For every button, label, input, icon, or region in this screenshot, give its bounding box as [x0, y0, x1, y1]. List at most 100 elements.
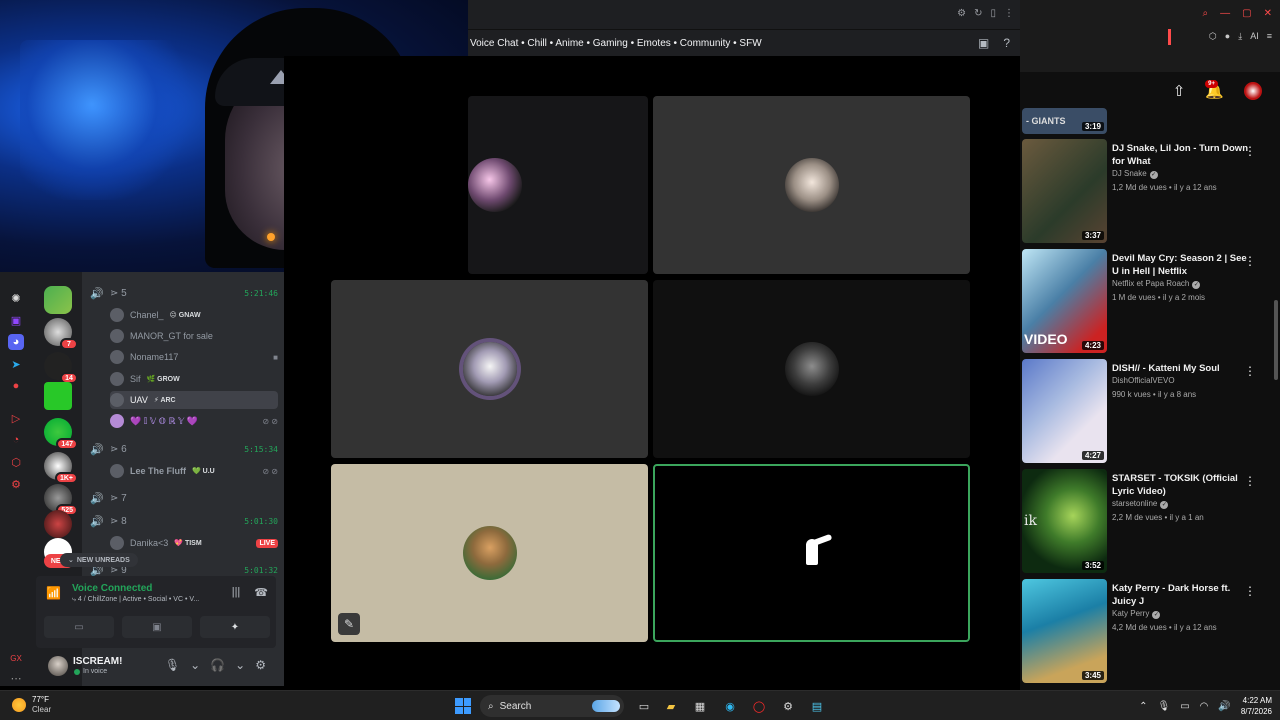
server-icon[interactable]: 14: [44, 352, 78, 384]
start-button[interactable]: [455, 698, 471, 714]
screen-share-button[interactable]: ▣: [122, 616, 192, 638]
participant-tile[interactable]: [331, 280, 648, 458]
more-icon[interactable]: ⋯: [8, 670, 24, 686]
server-icon[interactable]: [44, 382, 72, 410]
twitch-icon[interactable]: ▣: [8, 312, 24, 328]
volume-icon[interactable]: 🔊: [1218, 701, 1230, 712]
video-item[interactable]: VIDEO 4:23 Devil May Cry: Season 2 | See…: [1020, 249, 1280, 357]
headphones-icon[interactable]: 🎧: [210, 658, 225, 672]
more-options-icon[interactable]: ⋮: [1244, 144, 1256, 158]
help-icon[interactable]: ?: [1003, 36, 1010, 50]
voice-member[interactable]: Noname117 ■: [110, 348, 278, 366]
voice-channel-6[interactable]: 🔊 ⋗ 6 5:15:34: [90, 441, 278, 457]
more-options-icon[interactable]: ⋮: [1244, 584, 1256, 598]
channel-name[interactable]: Katy Perry ✓: [1112, 609, 1161, 619]
extensions-icon[interactable]: ⬡: [8, 454, 24, 470]
disconnect-icon[interactable]: ☎: [254, 586, 268, 599]
ai-icon[interactable]: AI: [1250, 31, 1259, 42]
voice-member[interactable]: Chanel_ 😐 GNAW: [110, 306, 278, 324]
participant-tile[interactable]: [468, 96, 648, 274]
upload-icon[interactable]: ⇧: [1173, 82, 1186, 100]
participant-tile[interactable]: [653, 280, 970, 458]
taskbar-search[interactable]: ⌕ Search: [480, 695, 624, 717]
signal-icon[interactable]: 📶: [46, 586, 61, 600]
avatar[interactable]: [48, 656, 68, 676]
server-icon[interactable]: [44, 286, 72, 314]
channel-name[interactable]: DJ Snake ✓: [1112, 169, 1158, 179]
video-title[interactable]: Katy Perry - Dark Horse ft. Juicy J: [1112, 582, 1250, 608]
scrollbar[interactable]: [1274, 300, 1278, 380]
server-icon[interactable]: [44, 510, 72, 538]
gx-icon[interactable]: GX: [8, 650, 24, 666]
voice-member-hovered[interactable]: UAV ⚡ ARC: [110, 391, 278, 409]
camera-button[interactable]: ▭: [44, 616, 114, 638]
video-item-partial[interactable]: - GIANTS 3:19: [1020, 108, 1280, 136]
maximize-icon[interactable]: ▢: [1242, 8, 1251, 19]
video-title[interactable]: Devil May Cry: Season 2 | See U in Hell …: [1112, 252, 1250, 278]
new-unreads-button[interactable]: ⌄ NEW UNREADS: [60, 553, 138, 567]
telegram-icon[interactable]: ➤: [8, 356, 24, 372]
voice-channel-7[interactable]: 🔊 ⋗ 7: [90, 490, 278, 506]
microphone-icon[interactable]: 🎙: [165, 658, 180, 672]
voice-member[interactable]: Sif 🌿 GROW: [110, 370, 278, 388]
server-icon[interactable]: 525: [44, 484, 78, 516]
close-icon[interactable]: ✕: [1264, 8, 1272, 19]
menu-icon[interactable]: ≡: [1267, 31, 1272, 42]
avatar[interactable]: [1244, 82, 1262, 100]
display-icon[interactable]: ▭: [1180, 701, 1189, 712]
participant-tile[interactable]: [653, 96, 970, 274]
refresh-icon[interactable]: ↻: [974, 8, 982, 19]
more-options-icon[interactable]: ⋮: [1244, 254, 1256, 268]
participant-tile-speaking[interactable]: [653, 464, 970, 642]
voice-member[interactable]: MANOR_GT for sale: [110, 327, 278, 345]
chevron-up-icon[interactable]: ⌃: [1139, 701, 1147, 712]
history-icon[interactable]: ◔: [8, 432, 24, 448]
notepad-icon[interactable]: ▤: [807, 696, 827, 716]
voice-channel-8[interactable]: 🔊 ⋗ 8 5:01:30: [90, 513, 278, 529]
store-icon[interactable]: ▦: [690, 696, 710, 716]
video-title[interactable]: DISH// - Katteni My Soul: [1112, 362, 1250, 375]
video-item[interactable]: ik 3:52 STARSET - TOKSIK (Official Lyric…: [1020, 469, 1280, 577]
video-title[interactable]: DJ Snake, Lil Jon - Turn Down for What: [1112, 142, 1250, 168]
file-explorer-icon[interactable]: ▰: [661, 696, 681, 716]
video-item[interactable]: 3:37 DJ Snake, Lil Jon - Turn Down for W…: [1020, 139, 1280, 247]
channel-name[interactable]: Netflix et Papa Roach ✓: [1112, 279, 1201, 289]
search-icon[interactable]: ⌕: [1203, 8, 1209, 19]
video-title[interactable]: STARSET - TOKSIK (Official Lyric Video): [1112, 472, 1250, 498]
channel-name[interactable]: DishOfficialVEVO: [1112, 376, 1175, 385]
voice-channel-info[interactable]: ⤷ 4 / ChillZone | Active • Social • VC •…: [72, 596, 199, 604]
chevron-down-icon[interactable]: ⌄: [235, 658, 245, 672]
app-icon[interactable]: ⚙: [778, 696, 798, 716]
more-options-icon[interactable]: ⋮: [1244, 364, 1256, 378]
app-icon[interactable]: ●: [8, 378, 24, 394]
server-icon[interactable]: 1K+: [44, 452, 78, 484]
chevron-down-icon[interactable]: ⌄: [190, 658, 200, 672]
pin-icon[interactable]: ▯: [990, 8, 996, 19]
channel-name[interactable]: starsetonline ✓: [1112, 499, 1169, 509]
inbox-icon[interactable]: ▣: [978, 36, 989, 50]
gear-icon[interactable]: ⚙: [255, 658, 266, 672]
wifi-icon[interactable]: ◠: [1200, 701, 1209, 712]
microphone-icon[interactable]: 🎙: [1158, 701, 1171, 712]
clock[interactable]: 4:22 AM 8/7/2026: [1241, 695, 1272, 717]
more-options-icon[interactable]: ⋮: [1244, 474, 1256, 488]
task-view-icon[interactable]: ▭: [634, 696, 654, 716]
voice-member[interactable]: Danika<3 💖 TISM LIVE: [110, 534, 278, 552]
opera-gx-icon[interactable]: ◯: [749, 696, 769, 716]
settings-icon[interactable]: ⚙: [8, 476, 24, 492]
server-icon[interactable]: 147: [44, 418, 78, 450]
server-icon[interactable]: 7: [44, 318, 78, 350]
profile-icon[interactable]: ●: [1225, 31, 1230, 42]
extensions-icon[interactable]: ⬡: [1209, 31, 1217, 42]
video-item[interactable]: 3:45 Katy Perry - Dark Horse ft. Juicy J…: [1020, 579, 1280, 687]
download-icon[interactable]: ⤓: [1238, 31, 1242, 42]
edge-icon[interactable]: ◉: [720, 696, 740, 716]
activities-button[interactable]: ✦: [200, 616, 270, 638]
voice-member[interactable]: 💜 𝕀 𝕍 𝕆 ℝ 𝕐 💜 ⊘ ⊘: [110, 412, 278, 430]
settings-icon[interactable]: ⚙: [957, 8, 966, 19]
voice-channel-5[interactable]: 🔊 ⋗ 5 5:21:46: [90, 285, 278, 301]
discord-icon[interactable]: ◕: [8, 334, 24, 350]
play-icon[interactable]: ▷: [8, 410, 24, 426]
minimize-icon[interactable]: —: [1220, 8, 1230, 19]
voice-member[interactable]: Lee The Fluff 💚 U.U ⊘ ⊘: [110, 462, 278, 480]
